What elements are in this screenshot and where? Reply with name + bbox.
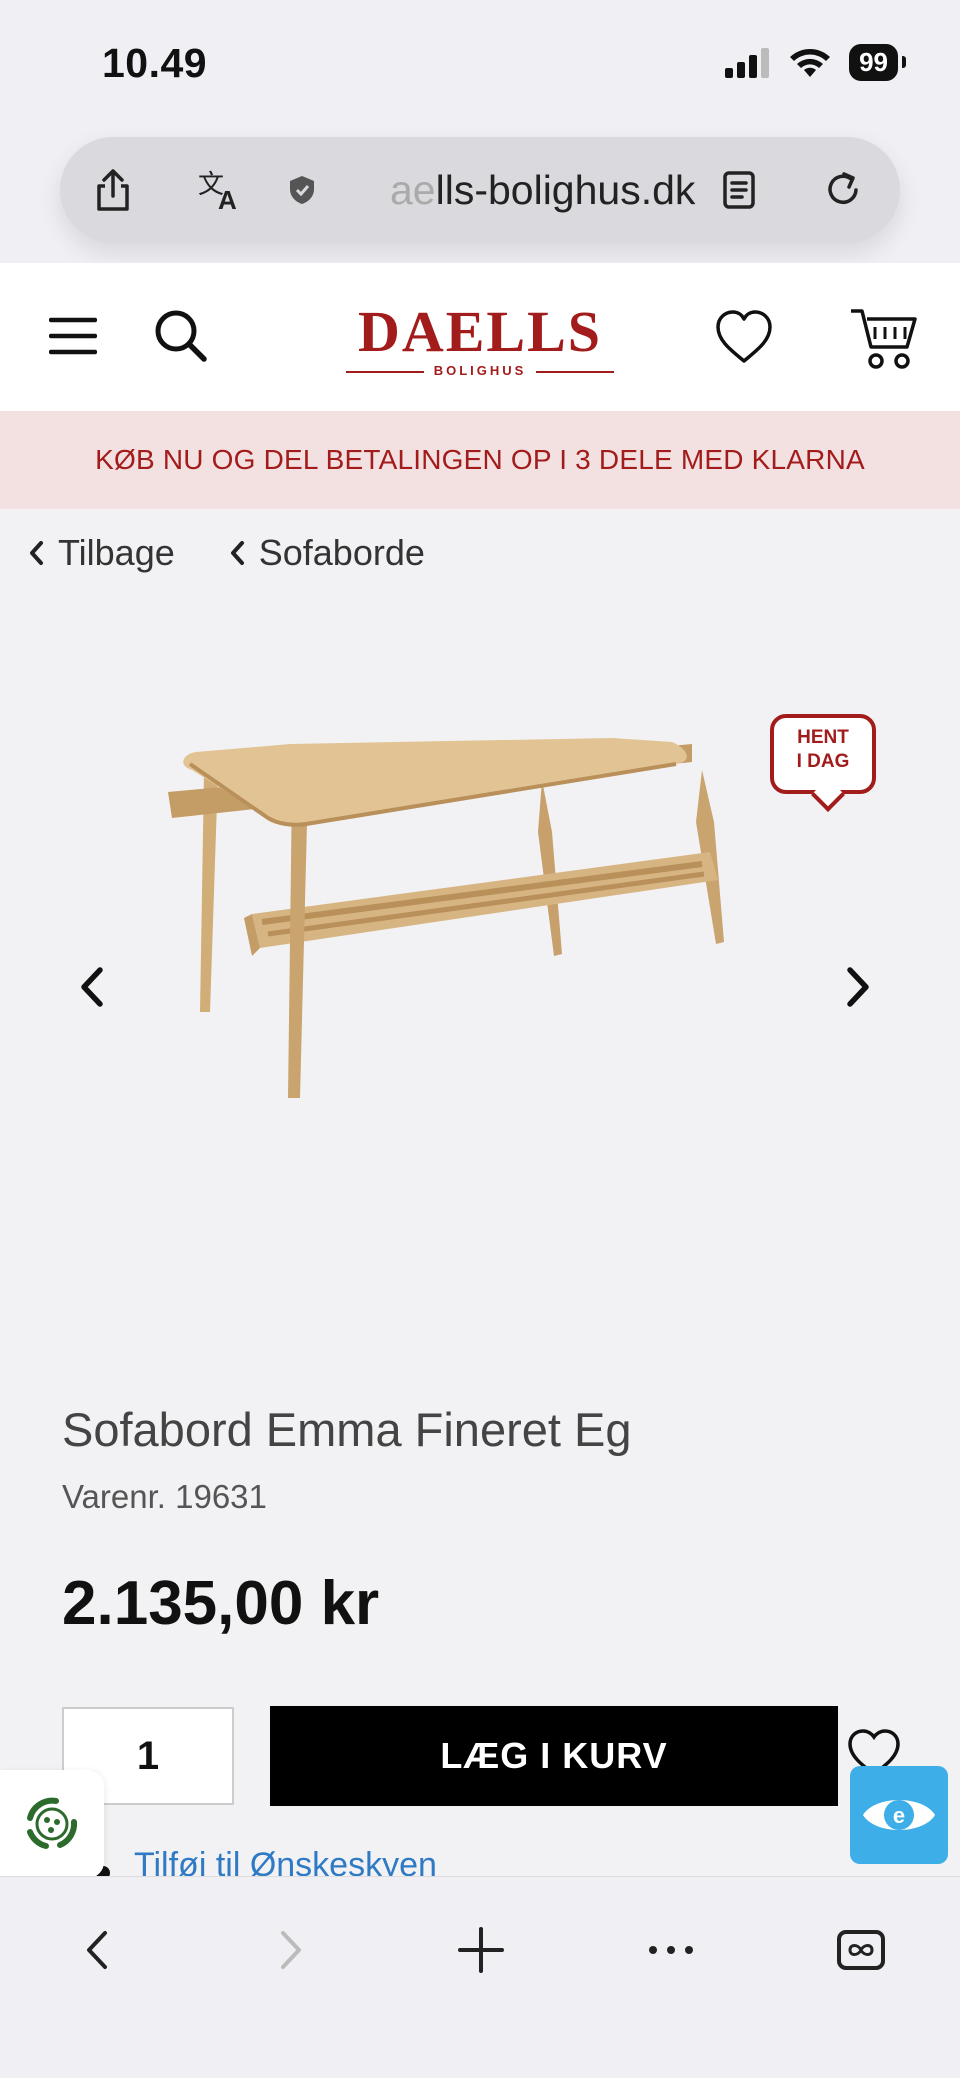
reader-mode-icon[interactable] [714,165,764,215]
previous-image-button[interactable] [66,952,116,1022]
pickup-today-badge: HENT I DAG [770,714,876,794]
next-image-button[interactable] [834,952,884,1022]
eco-badge-button[interactable] [0,1770,104,1878]
accessibility-eye-button[interactable]: e [850,1766,948,1864]
breadcrumb-back[interactable]: Tilbage [28,532,175,574]
browser-address-area: 文A aells-bolighus.dk [0,130,960,263]
new-tab-icon[interactable] [446,1915,516,1985]
reload-icon[interactable] [818,165,868,215]
wifi-icon [790,48,831,77]
chevron-left-icon [230,541,244,565]
badge-line-2: I DAG [796,751,850,772]
share-icon[interactable] [88,165,138,215]
site-header: DAELLS BOLIGHUS [0,263,960,411]
logo-subtitle: BOLIGHUS [340,363,620,378]
logo-wordmark: DAELLS [357,299,603,364]
status-bar: 10.49 99 [0,0,960,130]
tabs-icon[interactable] [826,1915,896,1985]
back-icon[interactable] [62,1915,132,1985]
breadcrumb-label: Tilbage [58,532,175,573]
svg-text:A: A [218,185,237,211]
menu-icon[interactable] [46,311,100,361]
status-time: 10.49 [102,40,208,86]
site-logo[interactable]: DAELLS BOLIGHUS [340,303,620,378]
status-icons: 99 [725,44,906,81]
signal-icon [725,47,770,78]
chevron-left-icon [30,541,43,565]
forward-icon[interactable] [256,1915,326,1985]
breadcrumb-category[interactable]: Sofaborde [229,532,425,574]
promo-text: KØB NU OG DEL BETALINGEN OP I 3 DELE MED… [95,444,865,475]
promo-banner[interactable]: KØB NU OG DEL BETALINGEN OP I 3 DELE MED… [0,411,960,509]
breadcrumb-label: Sofaborde [258,532,425,573]
secure-shield-icon [282,165,322,215]
search-icon[interactable] [150,305,210,365]
address-bar[interactable]: 文A aells-bolighus.dk [60,137,900,243]
translate-icon[interactable]: 文A [196,165,246,215]
product-title: Sofabord Emma Fineret Eg [62,1403,632,1456]
add-to-cart-button[interactable]: LÆG I KURV [270,1706,838,1806]
badge-line-1: HENT [797,727,849,748]
recycle-globe-icon [27,1797,78,1849]
product-price: 2.135,00 kr [62,1569,380,1638]
svg-text:e: e [893,1803,905,1828]
url-text-host: lls-bolighus.dk [435,167,696,213]
product-image [168,738,724,1098]
eye-icon: e [863,1800,935,1830]
cart-icon[interactable] [848,303,920,373]
url-text-faded: ae [390,167,436,213]
browser-toolbar [0,1876,960,2078]
chevron-right-icon [847,967,869,1007]
more-options-icon[interactable] [636,1915,706,1985]
heart-icon[interactable] [712,305,776,369]
product-gallery[interactable]: HENT I DAG [81,612,876,1224]
product-sku: Varenr. 19631 [62,1478,267,1515]
breadcrumb: Tilbage Sofaborde [28,532,479,574]
chevron-left-icon [81,967,103,1007]
battery-indicator: 99 [849,44,906,81]
url-text[interactable]: aells-bolighus.dk [390,167,695,214]
